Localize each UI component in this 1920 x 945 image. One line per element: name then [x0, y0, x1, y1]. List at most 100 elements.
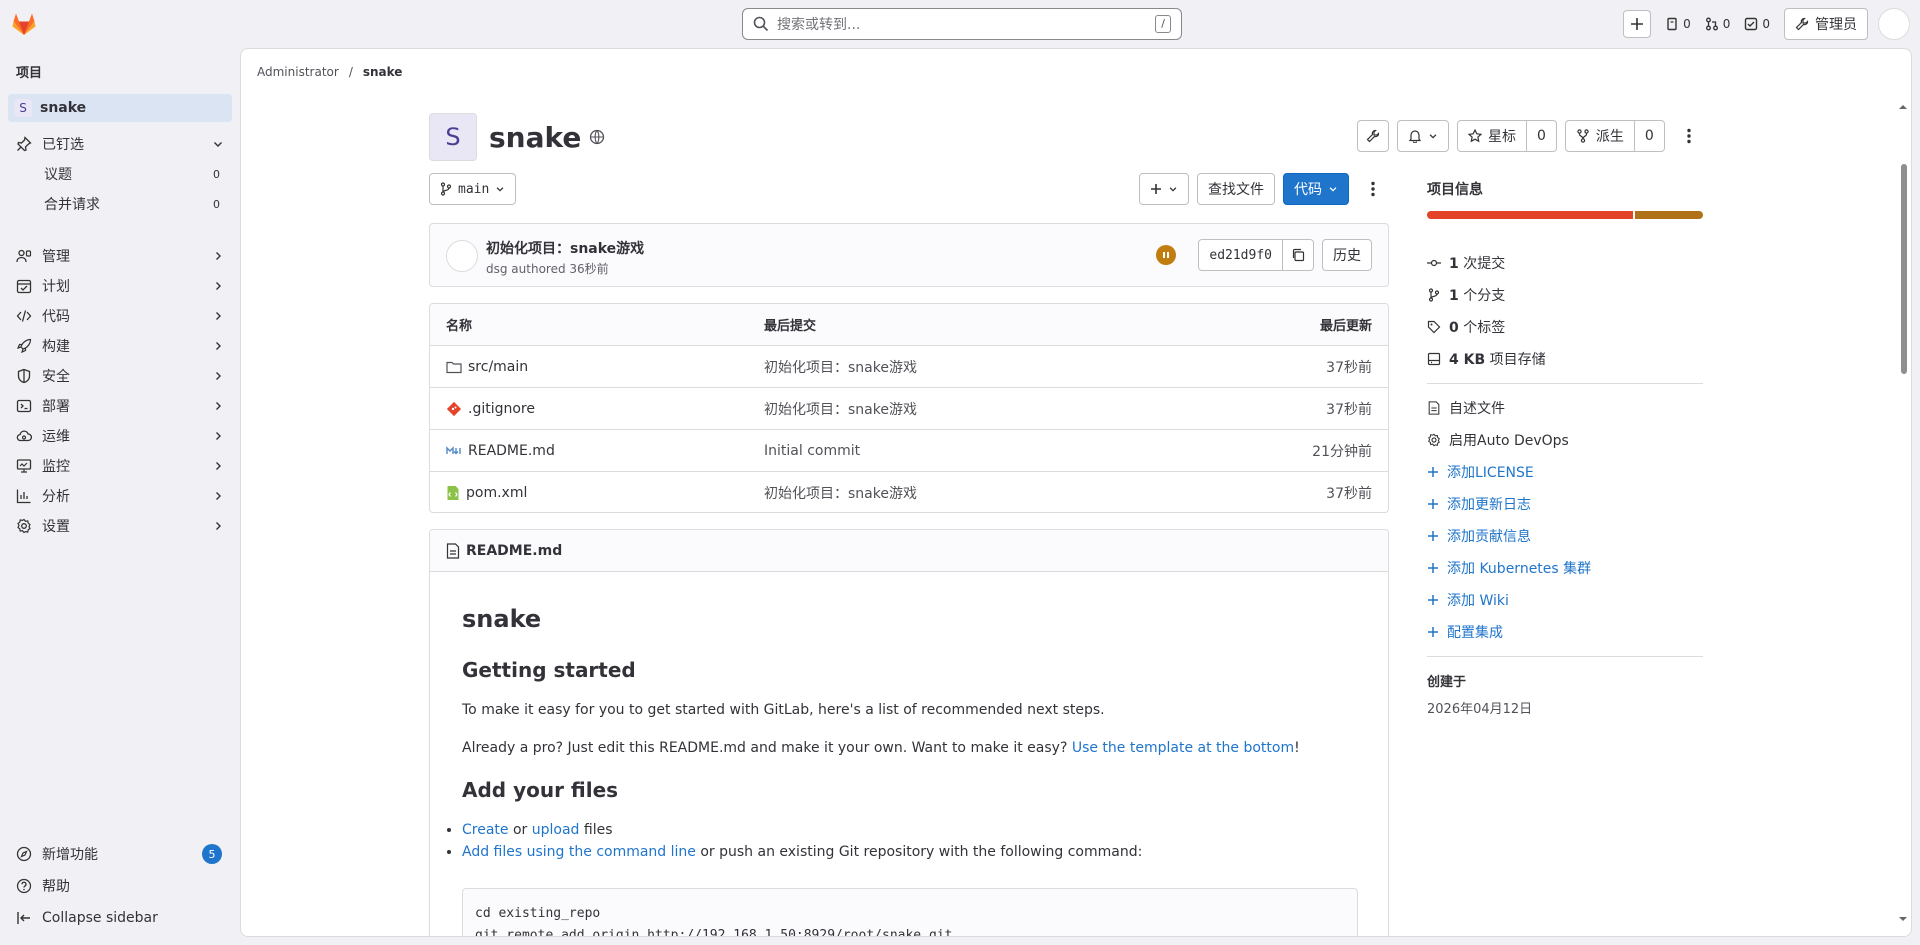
file-name-cell[interactable]: .gitignore: [446, 401, 535, 417]
sidebar-item-label: 安全: [42, 369, 70, 385]
find-file-button[interactable]: 查找文件: [1197, 173, 1275, 205]
readme-filename-link[interactable]: README.md: [466, 543, 562, 559]
sidebar-item-manage[interactable]: 管理: [8, 242, 232, 270]
ellipsis-vertical-icon: [1687, 128, 1691, 144]
sidebar-item-plan[interactable]: 计划: [8, 272, 232, 300]
todos-counter[interactable]: 0: [1744, 17, 1770, 31]
pipeline-status-icon[interactable]: [1156, 245, 1177, 265]
language-segment-java[interactable]: [1427, 211, 1633, 219]
commit-sha-button[interactable]: ed21d9f0: [1198, 239, 1283, 271]
commits-stat[interactable]: 1 次提交: [1427, 247, 1703, 279]
add-wiki-link[interactable]: 添加 Wiki: [1427, 584, 1703, 616]
fork-button-group: 派生 0: [1564, 120, 1665, 152]
add-kubernetes-link[interactable]: 添加 Kubernetes 集群: [1427, 552, 1703, 584]
add-changelog-link[interactable]: 添加更新日志: [1427, 488, 1703, 520]
star-count-button[interactable]: 0: [1527, 120, 1557, 152]
breadcrumb-parent-link[interactable]: Administrator: [257, 65, 339, 79]
gitlab-logo-icon[interactable]: [10, 10, 38, 38]
branch-selector[interactable]: main: [429, 173, 517, 205]
created-title: 创建于: [1427, 675, 1467, 690]
sidebar-item-settings[interactable]: 设置: [8, 512, 232, 540]
file-name-cell[interactable]: src/main: [446, 359, 528, 375]
commit-author-avatar[interactable]: [446, 240, 478, 272]
scroll-up-arrow-icon[interactable]: [1899, 103, 1907, 111]
chevron-right-icon: [216, 342, 221, 350]
sidebar-item-deploy[interactable]: 部署: [8, 392, 232, 420]
branches-count: 1: [1449, 288, 1459, 304]
configure-integrations-link[interactable]: 配置集成: [1427, 616, 1703, 648]
sidebar-item-code[interactable]: 代码: [8, 302, 232, 330]
file-commit-link[interactable]: 初始化项目：snake游戏: [764, 483, 917, 503]
file-commit-link[interactable]: 初始化项目：snake游戏: [764, 399, 917, 419]
sidebar-pinned-issues[interactable]: 议题 0: [44, 160, 220, 188]
readme-paragraph: Already a pro? Just edit this README.md …: [462, 740, 1300, 756]
readme-link[interactable]: 自述文件: [1427, 392, 1703, 424]
file-name-cell[interactable]: README.md: [446, 443, 555, 459]
sidebar-help[interactable]: 帮助: [8, 872, 232, 900]
fork-icon: [1577, 129, 1589, 143]
question-icon: [16, 878, 32, 894]
add-to-tree-dropdown[interactable]: [1139, 173, 1189, 205]
issues-counter[interactable]: 0: [1665, 17, 1691, 31]
admin-button[interactable]: 管理员: [1784, 8, 1868, 40]
fork-button[interactable]: 派生: [1564, 120, 1635, 152]
table-row[interactable]: .gitignore 初始化项目：snake游戏 37秒前: [430, 388, 1388, 430]
file-commit-link[interactable]: 初始化项目：snake游戏: [764, 357, 917, 377]
sidebar-item-secure[interactable]: 安全: [8, 362, 232, 390]
collapse-sidebar-button[interactable]: Collapse sidebar: [8, 904, 232, 932]
add-contributing-link[interactable]: 添加贡献信息: [1427, 520, 1703, 552]
admin-settings-button[interactable]: [1357, 120, 1389, 152]
copy-sha-button[interactable]: [1283, 239, 1314, 271]
bell-icon: [1408, 130, 1422, 143]
sidebar-sub-count: 0: [213, 197, 220, 211]
tags-stat[interactable]: 0 个标签: [1427, 311, 1703, 343]
file-updated: 37秒前: [1326, 359, 1372, 376]
file-name-cell[interactable]: pom.xml: [446, 485, 527, 501]
create-new-button[interactable]: [1623, 10, 1652, 38]
add-license-link[interactable]: 添加LICENSE: [1427, 456, 1703, 488]
template-link[interactable]: Use the template at the bottom: [1072, 740, 1294, 756]
language-segment-other[interactable]: [1634, 211, 1703, 219]
branches-stat[interactable]: 1 个分支: [1427, 279, 1703, 311]
sidebar-item-operate[interactable]: 运维: [8, 422, 232, 450]
create-link[interactable]: Create: [462, 822, 509, 838]
add-link-label: 添加LICENSE: [1447, 465, 1534, 481]
file-commit-link[interactable]: Initial commit: [764, 443, 860, 459]
sidebar-item-label: 运维: [42, 429, 70, 445]
page-title: snake: [489, 120, 582, 154]
repository-more-actions-button[interactable]: [1357, 173, 1389, 205]
auto-devops-link[interactable]: 启用Auto DevOps: [1427, 424, 1703, 456]
notifications-dropdown[interactable]: [1397, 120, 1449, 152]
sidebar-whats-new[interactable]: 新增功能 5: [8, 840, 232, 868]
sidebar-item-analyze[interactable]: 分析: [8, 482, 232, 510]
whats-new-label: 新增功能: [42, 847, 98, 863]
commit-message-link[interactable]: 初始化项目：snake游戏: [486, 238, 644, 258]
planning-icon: [16, 279, 32, 294]
project-more-actions-button[interactable]: [1673, 120, 1705, 152]
scrollbar-thumb[interactable]: [1901, 164, 1907, 374]
command-line-link[interactable]: Add files using the command line: [462, 844, 696, 860]
search-input[interactable]: 搜索或转到... /: [742, 8, 1182, 40]
code-dropdown-button[interactable]: 代码: [1283, 173, 1349, 205]
merge-requests-counter[interactable]: 0: [1705, 17, 1730, 31]
pin-icon: [17, 136, 32, 152]
table-row[interactable]: pom.xml 初始化项目：snake游戏 37秒前: [430, 472, 1388, 512]
sidebar-item-monitor[interactable]: 监控: [8, 452, 232, 480]
sidebar-item-pinned[interactable]: 已钉选: [8, 130, 232, 158]
fork-count-button[interactable]: 0: [1634, 120, 1665, 152]
scroll-down-arrow-icon[interactable]: [1899, 915, 1907, 923]
folder-icon: [446, 361, 462, 373]
table-row[interactable]: src/main 初始化项目：snake游戏 37秒前: [430, 346, 1388, 388]
plus-icon: [1428, 595, 1438, 605]
star-button[interactable]: 星标: [1457, 120, 1527, 152]
table-row[interactable]: README.md Initial commit 21分钟前: [430, 430, 1388, 472]
sidebar-item-build[interactable]: 构建: [8, 332, 232, 360]
upload-link[interactable]: upload: [532, 822, 580, 838]
storage-stat[interactable]: 4 KB 项目存储: [1427, 343, 1703, 375]
sidebar-item-label: 计划: [42, 279, 70, 295]
sidebar-pinned-merge-requests[interactable]: 合并请求 0: [44, 190, 220, 218]
sidebar-project-snake[interactable]: S snake: [8, 94, 232, 122]
user-avatar[interactable]: [1878, 8, 1910, 40]
breadcrumb-current-link[interactable]: snake: [363, 65, 403, 79]
history-button[interactable]: 历史: [1322, 239, 1372, 271]
